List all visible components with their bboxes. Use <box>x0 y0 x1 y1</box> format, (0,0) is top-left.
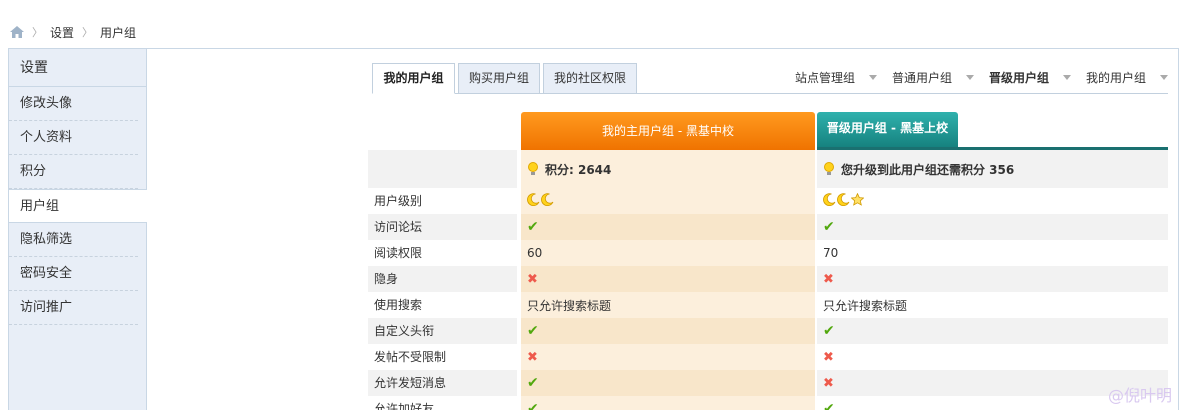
permission-row: 允许加好友 ✔ ✔ <box>368 396 1168 410</box>
next-group-value: ✔ <box>817 318 1168 344</box>
permission-row: 隐身 ✖ ✖ <box>368 266 1168 292</box>
tab-community-permissions[interactable]: 我的社区权限 <box>543 63 637 94</box>
moon-icon <box>823 193 836 206</box>
level-icons <box>527 193 555 209</box>
check-icon: ✔ <box>527 323 539 339</box>
chevron-down-icon <box>1062 75 1071 80</box>
lightbulb-icon <box>824 162 834 175</box>
group-type-links: 站点管理组 普通用户组 晋级用户组 我的用户组 <box>780 69 1168 86</box>
main-credits-text: 积分: 2644 <box>545 162 612 177</box>
next-group-value <box>817 188 1168 214</box>
permission-label: 允许发短消息 <box>368 370 517 396</box>
next-group-value: ✖ <box>817 266 1168 292</box>
main-summary-cell: 积分: 2644 <box>521 150 815 188</box>
sidebar-item-credits[interactable]: 积分 <box>9 155 138 189</box>
watermark-text: @倪叶明 <box>1107 386 1172 405</box>
check-icon: ✔ <box>527 375 539 391</box>
breadcrumb: 〉 设置 〉 用户组 <box>10 24 144 40</box>
permission-row: 用户级别 <box>368 188 1168 214</box>
cross-icon: ✖ <box>823 375 834 391</box>
chevron-down-icon <box>868 75 877 80</box>
moon-icon <box>837 193 850 206</box>
permission-label: 阅读权限 <box>374 246 423 260</box>
summary-label <box>368 150 517 188</box>
next-group-value: 只允许搜索标题 <box>823 298 908 313</box>
check-icon: ✔ <box>823 323 835 339</box>
level-icons <box>823 192 865 209</box>
permission-label: 访问论坛 <box>368 214 517 240</box>
main-group-value: ✔ <box>521 396 815 410</box>
cross-icon: ✖ <box>823 349 834 365</box>
link-promotion-group[interactable]: 晋级用户组 <box>989 69 1071 86</box>
link-label: 我的用户组 <box>1085 71 1146 85</box>
link-normal-group[interactable]: 普通用户组 <box>892 69 974 86</box>
tab-buy-usergroup[interactable]: 购买用户组 <box>458 63 540 94</box>
breadcrumb-item-settings[interactable]: 设置 <box>50 24 74 41</box>
permission-table: 积分: 2644 您升级到此用户组还需积分 356 用户级别访问论坛 ✔ ✔ 阅读权限… <box>368 150 1168 410</box>
link-label: 站点管理组 <box>794 71 855 85</box>
link-my-group[interactable]: 我的用户组 <box>1086 69 1168 86</box>
sidebar-item-avatar[interactable]: 修改头像 <box>9 87 138 121</box>
permission-row: 访问论坛 ✔ ✔ <box>368 214 1168 240</box>
main-group-value: 60 <box>527 246 543 260</box>
next-group-value: ✖ <box>817 344 1168 370</box>
cross-icon: ✖ <box>527 349 538 365</box>
permission-row: 使用搜索 只允许搜索标题 只允许搜索标题 <box>368 292 1168 318</box>
permission-label: 隐身 <box>368 266 517 292</box>
permission-label: 自定义头衔 <box>368 318 517 344</box>
lightbulb-icon <box>528 162 538 175</box>
next-group-header: 晋级用户组 - 黑基上校 <box>817 112 958 147</box>
sidebar: 设置 修改头像 个人资料 积分 用户组 隐私筛选 密码安全 访问推广 <box>9 49 147 410</box>
next-group-value: ✔ <box>817 214 1168 240</box>
home-icon[interactable] <box>10 26 24 38</box>
main-group-value <box>521 188 815 214</box>
moon-icon <box>541 193 554 206</box>
sidebar-item-usergroup[interactable]: 用户组 <box>9 189 147 223</box>
permission-label: 允许加好友 <box>374 402 435 410</box>
check-icon: ✔ <box>823 401 835 410</box>
main-group-value: ✔ <box>521 318 815 344</box>
permission-row: 阅读权限 60 70 <box>368 240 1168 266</box>
breadcrumb-item-usergroup[interactable]: 用户组 <box>100 24 136 41</box>
check-icon: ✔ <box>823 219 835 235</box>
sidebar-item-privacy[interactable]: 隐私筛选 <box>9 223 138 257</box>
next-group-value: 70 <box>823 246 839 260</box>
sidebar-item-promotion[interactable]: 访问推广 <box>9 291 138 325</box>
next-group-header-bar: 晋级用户组 - 黑基上校 <box>817 112 1168 150</box>
chevron-down-icon <box>1160 75 1168 80</box>
link-admin-group[interactable]: 站点管理组 <box>795 69 877 86</box>
link-label: 晋级用户组 <box>988 71 1049 85</box>
star-icon <box>850 192 865 206</box>
main-group-value: ✖ <box>521 344 815 370</box>
link-label: 普通用户组 <box>891 71 952 85</box>
permission-label: 用户级别 <box>374 194 423 208</box>
main-group-header: 我的主用户组 - 黑基中校 <box>521 112 815 150</box>
permission-row: 发帖不受限制 ✖ ✖ <box>368 344 1168 370</box>
tab-bar: 我的用户组 购买用户组 我的社区权限 站点管理组 普通用户组 晋级用户组 我的用… <box>372 62 1168 94</box>
sidebar-item-password[interactable]: 密码安全 <box>9 257 138 291</box>
next-summary-cell: 您升级到此用户组还需积分 356 <box>817 150 1168 188</box>
summary-row: 积分: 2644 您升级到此用户组还需积分 356 <box>368 150 1168 188</box>
permission-label: 使用搜索 <box>374 298 423 312</box>
main-group-value: 只允许搜索标题 <box>527 298 612 313</box>
cross-icon: ✖ <box>527 271 538 287</box>
chevron-down-icon <box>965 75 974 80</box>
moon-icon <box>527 193 540 206</box>
permission-row: 允许发短消息 ✔ ✖ <box>368 370 1168 396</box>
check-icon: ✔ <box>527 401 539 410</box>
sidebar-item-profile[interactable]: 个人资料 <box>9 121 138 155</box>
permission-label: 发帖不受限制 <box>374 350 447 364</box>
main-group-value: ✖ <box>521 266 815 292</box>
cross-icon: ✖ <box>823 271 834 287</box>
tab-my-usergroup[interactable]: 我的用户组 <box>372 63 455 94</box>
breadcrumb-separator: 〉 <box>32 26 43 39</box>
next-credits-needed-text: 您升级到此用户组还需积分 356 <box>841 162 1015 177</box>
main-group-value: ✔ <box>521 370 815 396</box>
main-group-value: ✔ <box>521 214 815 240</box>
permission-row: 自定义头衔 ✔ ✔ <box>368 318 1168 344</box>
sidebar-title: 设置 <box>9 49 146 87</box>
breadcrumb-separator: 〉 <box>82 26 94 39</box>
check-icon: ✔ <box>527 219 539 235</box>
